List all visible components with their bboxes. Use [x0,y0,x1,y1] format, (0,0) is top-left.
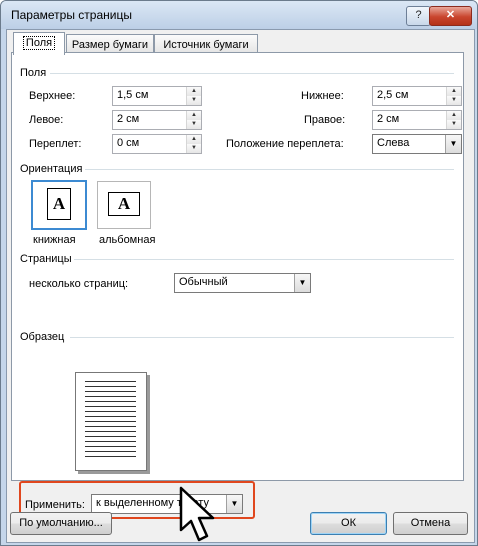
multiple-pages-select[interactable]: Обычный ▼ [174,273,311,293]
spin-down-icon[interactable]: ▼ [187,120,201,129]
top-margin-spinner[interactable]: 1,5 см ▲ ▼ [112,86,202,106]
right-margin-value: 2 см [377,113,400,125]
gutter-spinner[interactable]: 0 см ▲ ▼ [112,134,202,154]
gutter-label: Переплет: [29,138,82,150]
separator [70,337,454,338]
spin-down-icon[interactable]: ▼ [447,120,461,129]
bottom-margin-spinner[interactable]: 2,5 см ▲ ▼ [372,86,462,106]
gutter-position-label: Положение переплета: [226,138,344,150]
top-margin-value: 1,5 см [117,89,149,101]
left-margin-value: 2 см [117,113,140,125]
preview-line [85,391,136,392]
preview-line [85,431,136,432]
preview-line [85,401,136,402]
bottom-margin-label: Нижнее: [301,90,344,102]
preview-line [85,386,136,387]
spin-up-icon[interactable]: ▲ [447,87,461,96]
dialog-body: Поля Размер бумаги Источник бумаги Поля … [6,29,475,543]
portrait-button[interactable]: A [31,180,87,230]
multiple-pages-value: Обычный [179,276,228,288]
right-margin-spinner[interactable]: 2 см ▲ ▼ [372,110,462,130]
landscape-label: альбомная [99,234,156,246]
separator [85,169,454,170]
gutter-position-select[interactable]: Слева ▼ [372,134,462,154]
tab-panel: Поля Верхнее: 1,5 см ▲ ▼ Нижнее: 2,5 см ▲… [11,52,464,519]
preview-line [85,436,136,437]
preview-line [85,456,136,457]
preview-line [85,441,136,442]
title-bar[interactable]: Параметры страницы ? ✕ [1,1,477,29]
chevron-down-icon[interactable]: ▼ [226,495,242,513]
tab-margins[interactable]: Поля [13,32,65,55]
preview-group-label: Образец [20,331,65,343]
spin-down-icon[interactable]: ▼ [447,96,461,105]
landscape-button[interactable]: A [97,181,151,229]
window-title: Параметры страницы [11,8,132,22]
preview-line [85,451,136,452]
chevron-down-icon[interactable]: ▼ [445,135,461,153]
spin-down-icon[interactable]: ▼ [187,144,201,153]
mouse-cursor-icon [179,486,215,542]
pages-group-label: Страницы [20,253,72,265]
top-margin-label: Верхнее: [29,90,76,102]
preview-line [85,406,136,407]
preview-line [85,416,136,417]
preview-line [85,396,136,397]
preview-line [85,446,136,447]
ok-button[interactable]: ОК [310,512,387,535]
preview-line [85,411,136,412]
margins-group-label: Поля [20,67,47,79]
cancel-button[interactable]: Отмена [393,512,468,535]
chevron-down-icon[interactable]: ▼ [294,274,310,292]
landscape-page-icon: A [108,192,140,216]
page-preview [75,372,147,471]
orientation-group-label: Ориентация [20,163,83,175]
spin-down-icon[interactable]: ▼ [187,96,201,105]
spin-up-icon[interactable]: ▲ [187,111,201,120]
page-setup-dialog: Параметры страницы ? ✕ Поля Размер бумаг… [0,0,478,546]
left-margin-spinner[interactable]: 2 см ▲ ▼ [112,110,202,130]
preview-line [85,381,136,382]
portrait-label: книжная [33,234,76,246]
separator [74,259,454,260]
close-button[interactable]: ✕ [429,6,472,26]
set-default-button[interactable]: По умолчанию... [10,512,112,535]
gutter-value: 0 см [117,137,140,149]
preview-line [85,426,136,427]
spin-up-icon[interactable]: ▲ [187,135,201,144]
separator [50,73,454,74]
apply-label: Применить: [25,499,85,511]
portrait-page-icon: A [47,188,71,220]
gutter-position-value: Слева [377,137,410,149]
help-button[interactable]: ? [406,6,431,26]
spin-up-icon[interactable]: ▲ [187,87,201,96]
multiple-pages-label: несколько страниц: [29,278,129,290]
spin-up-icon[interactable]: ▲ [447,111,461,120]
bottom-margin-value: 2,5 см [377,89,409,101]
preview-line [85,421,136,422]
left-margin-label: Левое: [29,114,64,126]
tab-margins-label: Поля [22,36,56,50]
right-margin-label: Правое: [304,114,346,126]
